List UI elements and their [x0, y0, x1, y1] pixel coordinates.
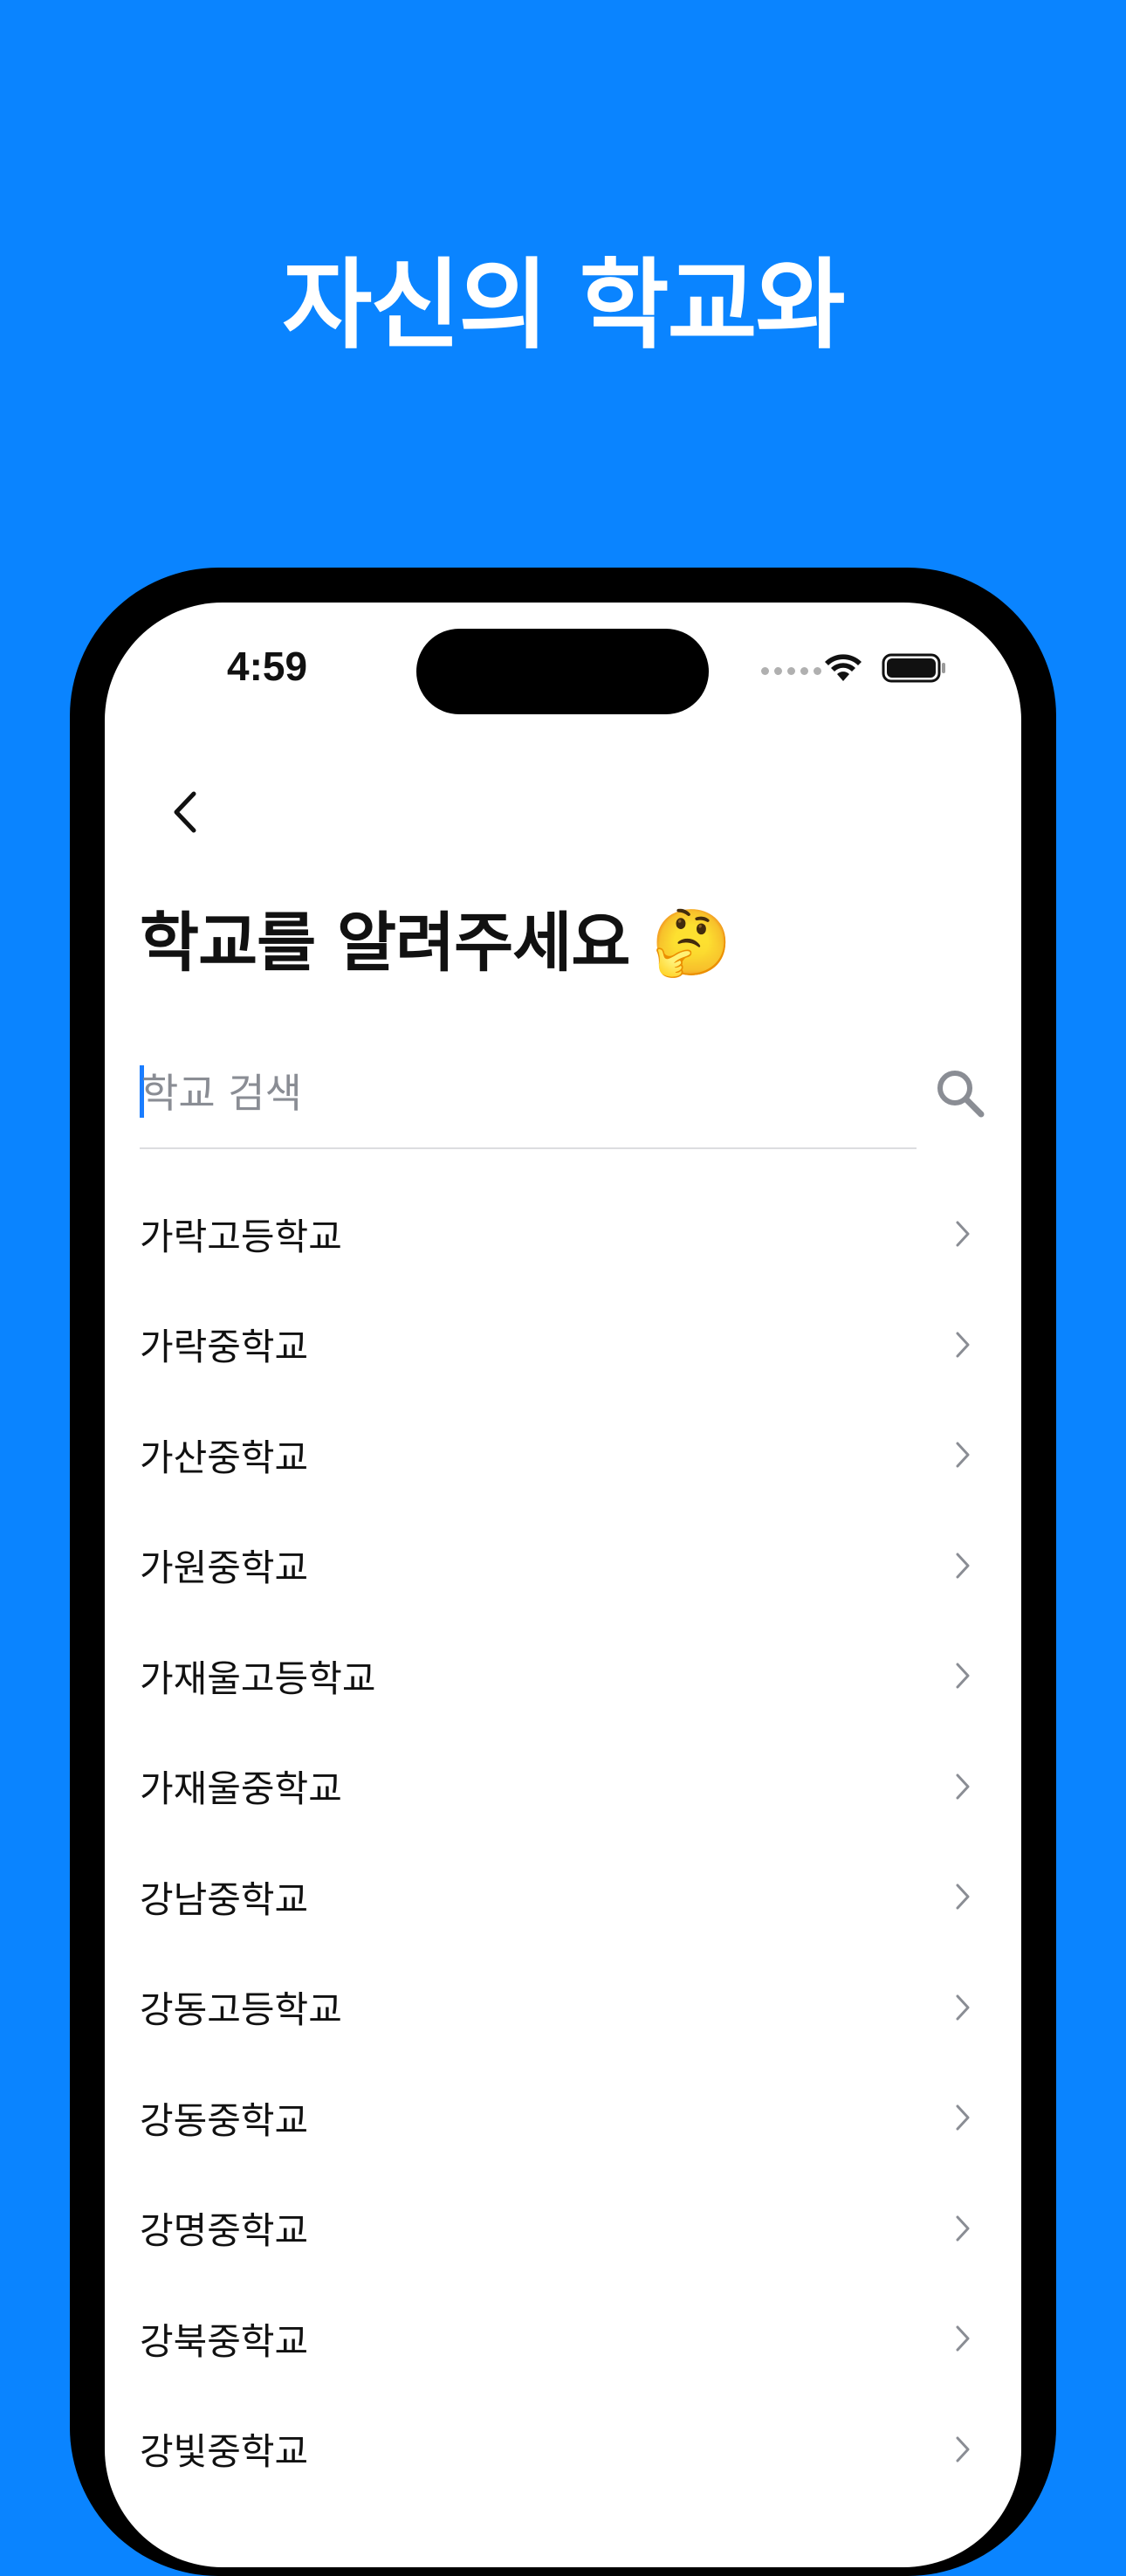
chevron-right-icon: [956, 1884, 970, 1910]
school-list-item[interactable]: 강남중학교: [105, 1842, 1021, 1953]
chevron-right-icon: [956, 2104, 970, 2131]
chevron-right-icon: [956, 1994, 970, 2021]
chevron-right-icon: [956, 2215, 970, 2242]
chevron-right-icon: [956, 1442, 970, 1468]
school-name: 강동중학교: [140, 2098, 309, 2142]
signal-icon: [761, 667, 821, 675]
chevron-right-icon: [956, 2436, 970, 2462]
school-list-item[interactable]: 가원중학교: [105, 1511, 1021, 1622]
school-name: 강동고등학교: [140, 1988, 342, 2032]
school-name: 가재울고등학교: [140, 1656, 376, 1700]
chevron-right-icon: [956, 2325, 970, 2352]
school-list-item[interactable]: 강북중학교: [105, 2283, 1021, 2394]
school-name: 강북중학교: [140, 2319, 309, 2363]
status-time: 4:59: [227, 644, 308, 689]
search-input[interactable]: [140, 1050, 910, 1137]
back-button[interactable]: [150, 777, 220, 847]
dynamic-island: [416, 629, 709, 714]
chevron-right-icon: [956, 1663, 970, 1689]
school-name: 강남중학교: [140, 1877, 309, 1921]
school-list-item[interactable]: 가재울중학교: [105, 1732, 1021, 1842]
search-icon: [937, 1071, 985, 1118]
phone-screen: 4:59 학교를 알려주세요 🤔 가락고등학교가락중학교가산중학교가원중학교가재…: [105, 603, 1021, 2567]
school-list-item[interactable]: 강빛중학교: [105, 2394, 1021, 2505]
search-underline: [140, 1147, 917, 1149]
school-name: 가원중학교: [140, 1546, 309, 1590]
school-list-item[interactable]: 가재울고등학교: [105, 1621, 1021, 1732]
wifi-icon: [825, 654, 862, 681]
chevron-right-icon: [956, 1774, 970, 1800]
school-list-item[interactable]: 강동중학교: [105, 2063, 1021, 2173]
school-list-item[interactable]: 강동고등학교: [105, 1953, 1021, 2063]
chevron-right-icon: [956, 1221, 970, 1247]
battery-icon: [882, 653, 945, 683]
promo-headline: 자신의 학교와: [282, 249, 845, 362]
school-name: 강명중학교: [140, 2209, 309, 2253]
chevron-left-icon: [174, 791, 196, 833]
school-list-item[interactable]: 가락중학교: [105, 1290, 1021, 1401]
school-list-item[interactable]: 강명중학교: [105, 2173, 1021, 2284]
school-name: 가산중학교: [140, 1436, 309, 1479]
school-name: 가락중학교: [140, 1326, 309, 1369]
school-list-item[interactable]: 가산중학교: [105, 1400, 1021, 1511]
chevron-right-icon: [956, 1332, 970, 1358]
search-button[interactable]: [925, 1058, 995, 1128]
school-list-item[interactable]: 가락고등학교: [105, 1179, 1021, 1290]
search-field[interactable]: [140, 1050, 917, 1137]
school-name: 강빛중학교: [140, 2430, 309, 2474]
school-list: 가락고등학교가락중학교가산중학교가원중학교가재울고등학교가재울중학교강남중학교강…: [105, 1179, 1021, 2504]
school-name: 가락고등학교: [140, 1215, 342, 1258]
page-title: 학교를 알려주세요 🤔: [140, 906, 731, 981]
chevron-right-icon: [956, 1553, 970, 1579]
school-name: 가재울중학교: [140, 1767, 342, 1811]
